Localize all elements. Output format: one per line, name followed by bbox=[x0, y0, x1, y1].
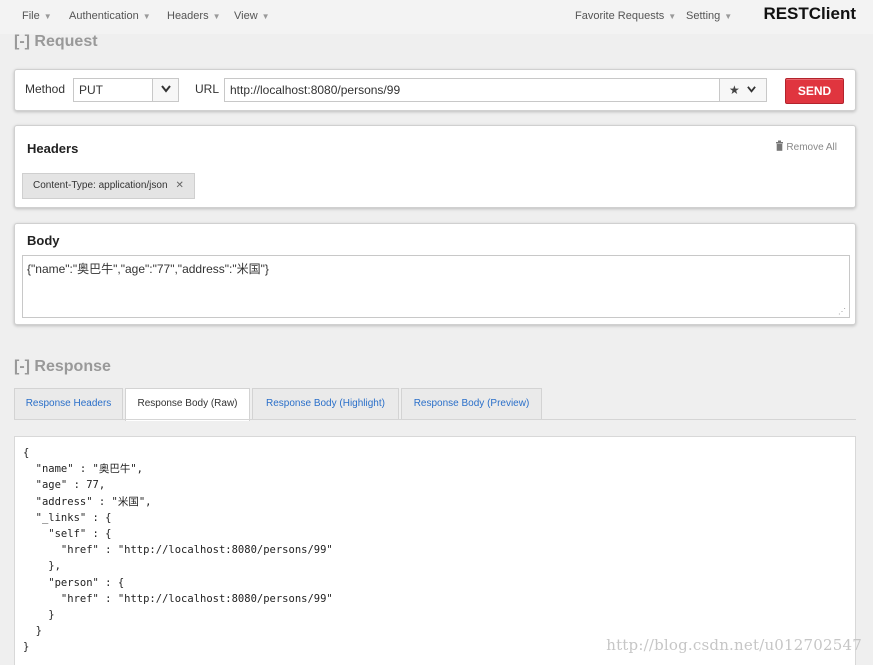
request-panel: Method PUT URL http://localhost:8080/per… bbox=[14, 69, 856, 111]
menu-view[interactable]: View ▼ bbox=[234, 10, 270, 22]
body-textarea[interactable]: {"name":"奥巴牛","age":"77","address":"米国"} bbox=[22, 255, 850, 318]
headers-title: Headers bbox=[27, 141, 79, 156]
close-icon[interactable]: ✕ bbox=[176, 180, 184, 191]
body-title: Body bbox=[27, 233, 60, 248]
send-button[interactable]: SEND bbox=[785, 78, 844, 104]
caret-down-icon: ▼ bbox=[43, 12, 52, 21]
tab-response-body-preview[interactable]: Response Body (Preview) bbox=[401, 388, 542, 420]
method-dropdown-button[interactable] bbox=[152, 78, 179, 102]
caret-down-icon: ▼ bbox=[724, 12, 733, 21]
tab-response-headers[interactable]: Response Headers bbox=[14, 388, 123, 420]
header-chip[interactable]: Content-Type: application/json ✕ bbox=[22, 173, 195, 199]
response-body-panel: { "name" : "奥巴牛", "age" : 77, "address" … bbox=[14, 436, 856, 665]
top-navbar: File ▼ Authentication ▼ Headers ▼ View ▼ Fav… bbox=[0, 0, 873, 34]
headers-panel: Headers Remove All Content-Type: applica… bbox=[14, 125, 856, 208]
menu-favorite-requests[interactable]: Favorite Requests ▼ bbox=[575, 10, 676, 22]
star-icon: ★ bbox=[728, 83, 740, 97]
resize-grip-icon[interactable]: ⋰ bbox=[838, 307, 846, 316]
response-section-toggle[interactable]: [-] Response bbox=[14, 358, 111, 376]
menu-authentication[interactable]: Authentication ▼ bbox=[69, 10, 151, 22]
favorite-url-button[interactable]: ★ bbox=[719, 78, 767, 102]
chevron-down-icon bbox=[747, 86, 756, 93]
method-select[interactable]: PUT bbox=[73, 78, 153, 102]
brand-logo[interactable]: RESTClient bbox=[763, 4, 856, 24]
caret-down-icon: ▼ bbox=[668, 12, 677, 21]
request-section-toggle[interactable]: [-] Request bbox=[14, 33, 98, 51]
tab-response-body-highlight[interactable]: Response Body (Highlight) bbox=[252, 388, 399, 420]
menu-setting[interactable]: Setting ▼ bbox=[686, 10, 732, 22]
caret-down-icon: ▼ bbox=[212, 12, 221, 21]
remove-all-button[interactable]: Remove All bbox=[775, 140, 837, 153]
tabs-divider bbox=[14, 419, 856, 420]
menu-headers[interactable]: Headers ▼ bbox=[167, 10, 221, 22]
caret-down-icon: ▼ bbox=[261, 12, 270, 21]
chevron-down-icon bbox=[160, 85, 171, 93]
method-label: Method bbox=[25, 82, 66, 96]
caret-down-icon: ▼ bbox=[142, 12, 151, 21]
watermark: http://blog.csdn.net/u012702547 bbox=[606, 636, 862, 654]
url-label: URL bbox=[195, 82, 220, 96]
menu-file[interactable]: File ▼ bbox=[22, 10, 52, 22]
body-panel: Body {"name":"奥巴牛","age":"77","address":… bbox=[14, 223, 856, 325]
tab-response-body-raw[interactable]: Response Body (Raw) bbox=[125, 388, 250, 421]
response-body-raw: { "name" : "奥巴牛", "age" : 77, "address" … bbox=[23, 447, 333, 654]
trash-icon bbox=[775, 140, 783, 151]
url-input[interactable]: http://localhost:8080/persons/99 bbox=[224, 78, 720, 102]
